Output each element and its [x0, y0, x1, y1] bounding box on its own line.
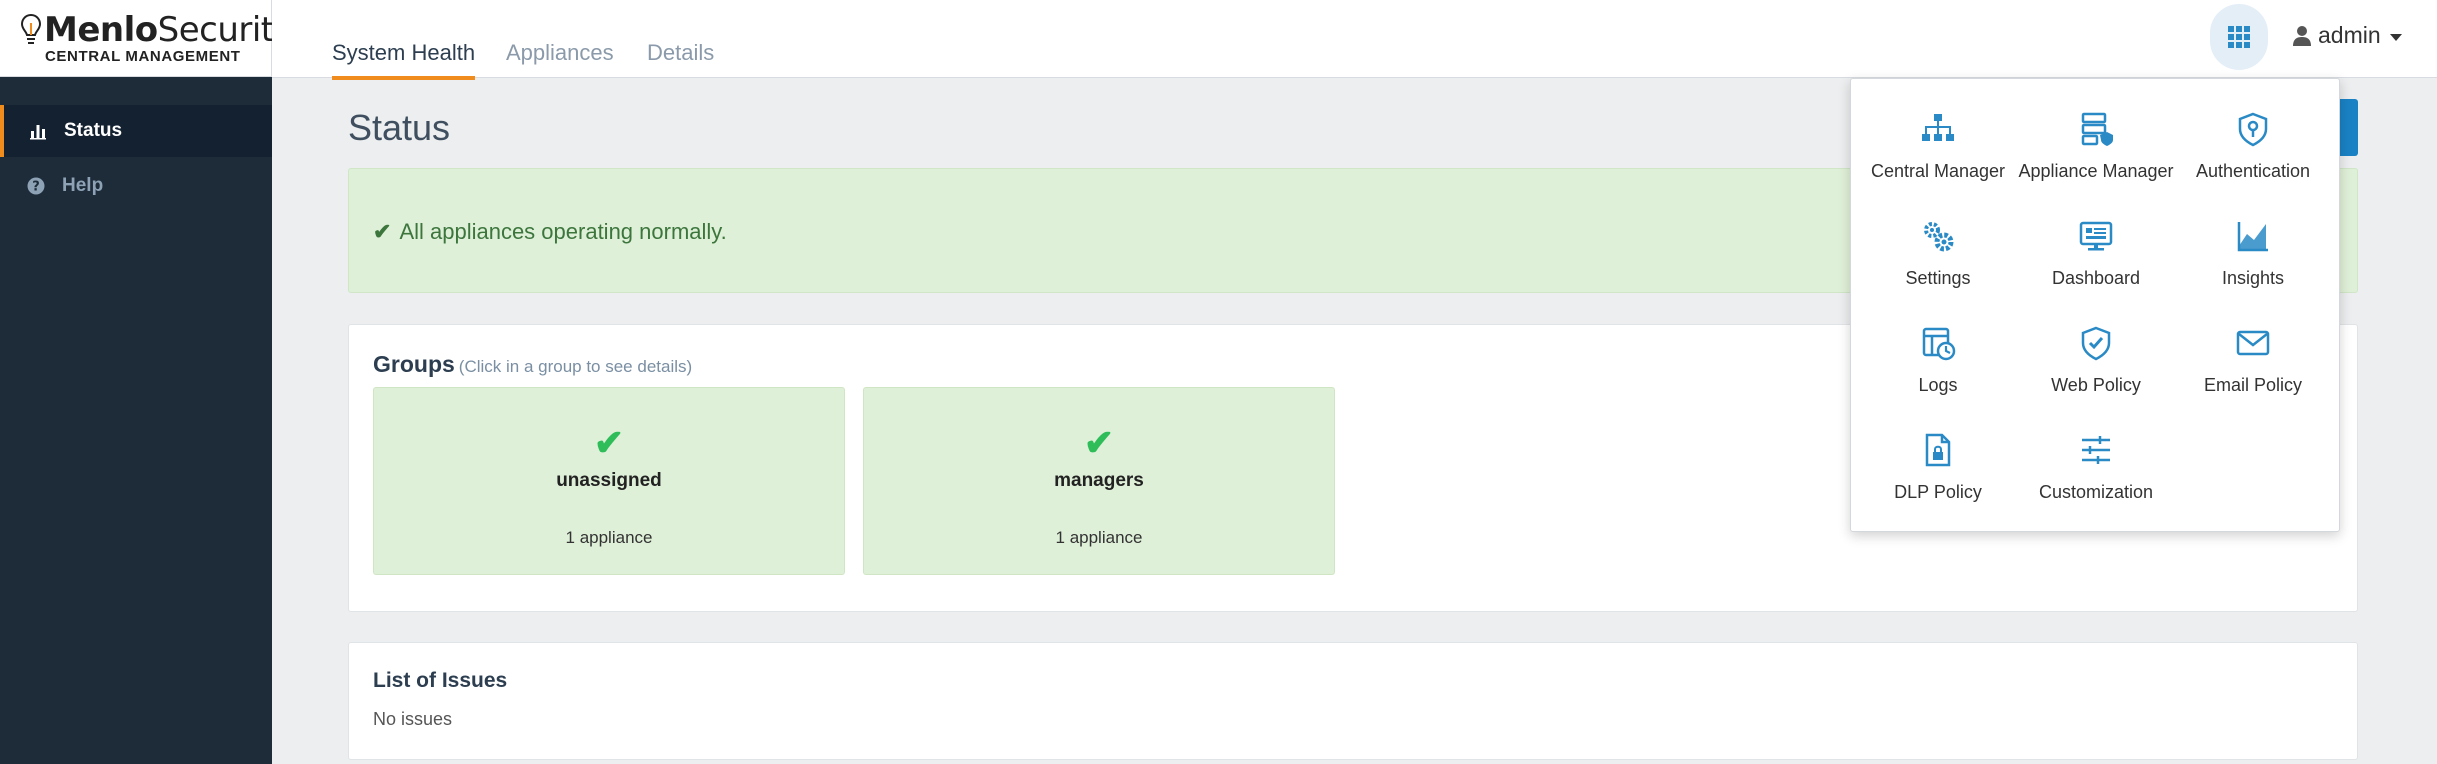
groups-hint: (Click in a group to see details) [458, 357, 693, 376]
sitemap-icon [1922, 114, 1954, 141]
app-label: Web Policy [2051, 375, 2141, 395]
check-icon: ✔ [373, 219, 392, 244]
issues-empty-text: No issues [373, 709, 453, 729]
group-name: managers [1054, 470, 1144, 491]
check-icon: ✔ [1083, 422, 1115, 463]
gears-icon [1924, 222, 1954, 252]
app-email-policy[interactable]: Email Policy [2173, 325, 2333, 415]
issues-panel: List of Issues No issues [348, 642, 2358, 760]
chevron-down-icon [2389, 33, 2402, 41]
bar-chart-icon [30, 125, 46, 140]
app-settings[interactable]: Settings [1858, 218, 2018, 308]
user-menu[interactable]: admin [2292, 22, 2402, 49]
group-card-unassigned[interactable]: ✔ unassigned 1 appliance [373, 387, 845, 575]
group-name: unassigned [556, 470, 662, 491]
app-label: Settings [1905, 268, 1971, 288]
sidebar-item-label: Status [64, 120, 123, 141]
app-label: Insights [2221, 268, 2285, 288]
app-label: Dashboard [2051, 268, 2141, 288]
file-lock-icon [1925, 433, 1951, 467]
grid-icon [2228, 26, 2250, 48]
lightbulb-icon [20, 13, 42, 44]
app-appliance-manager[interactable]: Appliance Manager [2016, 111, 2176, 201]
app-logs[interactable]: Logs [1858, 325, 2018, 415]
app-label: Authentication [2195, 161, 2311, 181]
app-label: Appliance Manager [2018, 161, 2174, 181]
log-clock-icon [1922, 327, 1956, 361]
app-web-policy[interactable]: Web Policy [2016, 325, 2176, 415]
app-label: DLP Policy [1894, 482, 1982, 502]
tab-appliances[interactable]: Appliances [506, 40, 614, 76]
app-label: Central Manager [1870, 161, 2006, 181]
group-count: 1 appliance [1055, 528, 1143, 547]
apps-menu: Central Manager Appliance Manager Authen… [1850, 78, 2340, 532]
page-title: Status [348, 107, 451, 148]
brand-name: MenloSecurity [44, 10, 294, 50]
sidebar: MenloSecurity CENTRAL MANAGEMENT Status … [0, 0, 294, 764]
brand-subtitle: CENTRAL MANAGEMENT [45, 48, 241, 65]
alert-message: All appliances operating normally. [399, 219, 727, 244]
envelope-icon [2236, 330, 2270, 356]
user-name: admin [2318, 22, 2381, 48]
top-header: System Health Appliances Details [272, 0, 2437, 80]
app-authentication[interactable]: Authentication [2173, 111, 2333, 201]
server-shield-icon [2081, 112, 2113, 146]
check-icon: ✔ [593, 422, 625, 463]
group-card-managers[interactable]: ✔ managers 1 appliance [863, 387, 1335, 575]
app-insights[interactable]: Insights [2173, 218, 2333, 308]
app-central-manager[interactable]: Central Manager [1858, 111, 2018, 201]
monitor-icon [2079, 221, 2113, 251]
tab-details[interactable]: Details [647, 40, 714, 76]
issues-title: List of Issues [373, 669, 508, 692]
app-label: Email Policy [2203, 375, 2303, 395]
svg-text:?: ? [32, 180, 40, 195]
apps-launcher-button[interactable] [2210, 4, 2268, 70]
app-customization[interactable]: Customization [2016, 432, 2176, 522]
logo[interactable]: MenloSecurity CENTRAL MANAGEMENT [0, 0, 294, 77]
area-chart-icon [2237, 222, 2268, 252]
sidebar-item-help[interactable]: ? Help [0, 160, 272, 212]
app-dashboard[interactable]: Dashboard [2016, 218, 2176, 308]
shield-check-icon [2081, 326, 2111, 361]
app-label: Customization [2038, 482, 2154, 502]
shield-key-icon [2238, 112, 2268, 147]
sidebar-item-status[interactable]: Status [0, 105, 272, 157]
sliders-icon [2082, 436, 2110, 464]
tab-system-health[interactable]: System Health [332, 40, 476, 80]
sidebar-item-label: Help [62, 175, 104, 196]
groups-title: Groups (Click in a group to see details) [373, 351, 693, 377]
user-icon [2293, 25, 2311, 46]
app-dlp-policy[interactable]: DLP Policy [1858, 432, 2018, 522]
question-circle-icon: ? [27, 177, 45, 195]
app-label: Logs [1918, 375, 1958, 395]
group-count: 1 appliance [565, 528, 653, 547]
